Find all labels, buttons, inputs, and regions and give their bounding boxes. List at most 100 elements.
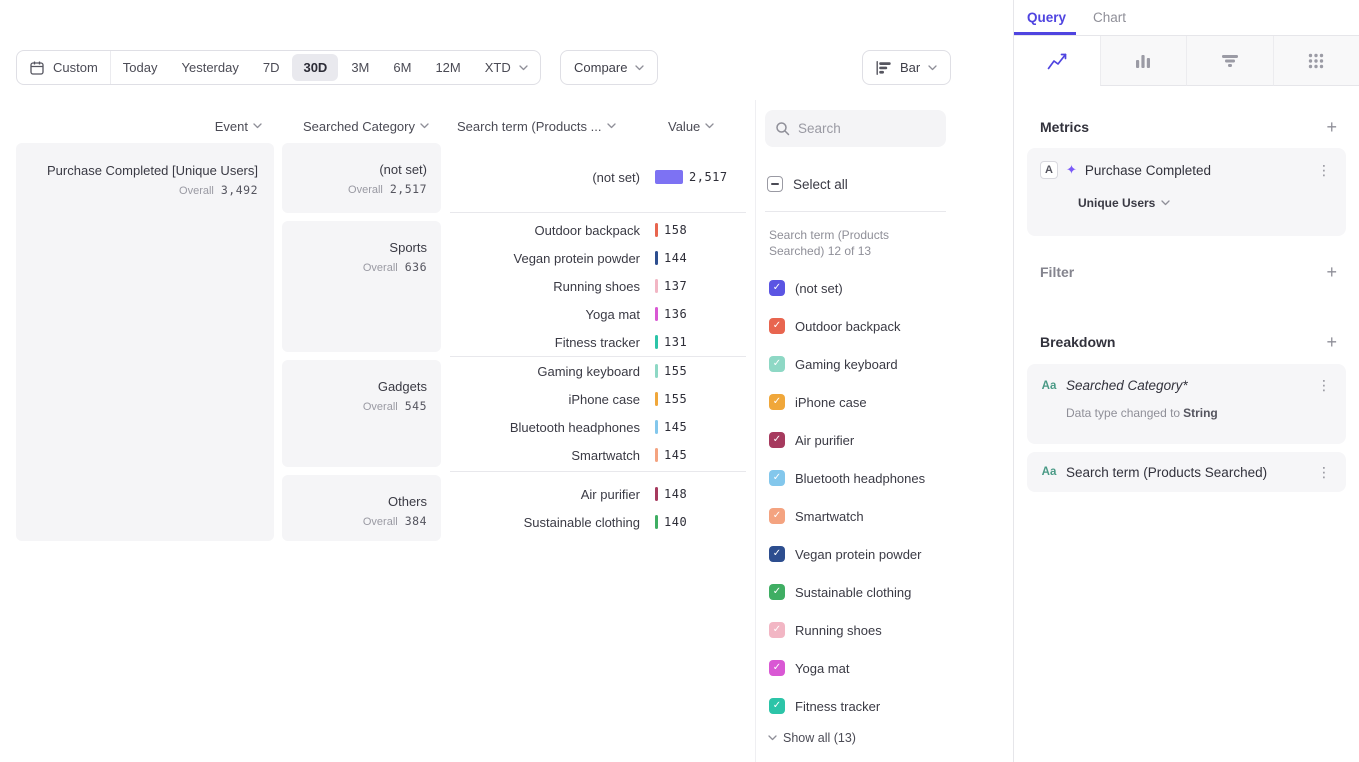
compare-button[interactable]: Compare	[560, 50, 658, 85]
filter-list-label: Search term (Products Searched) 12 of 13	[769, 227, 931, 259]
date-range-12m-button[interactable]: 12M	[423, 51, 472, 84]
checkbox-checked[interactable]: ✓	[769, 470, 785, 486]
category-name: (not set)	[296, 162, 427, 177]
checkbox-checked[interactable]: ✓	[769, 280, 785, 296]
checkbox-checked[interactable]: ✓	[769, 622, 785, 638]
filter-item[interactable]: ✓ Yoga mat	[769, 649, 969, 687]
table-row[interactable]: (not set) 2,517	[450, 163, 746, 191]
category-cell[interactable]: Gadgets Overall545	[282, 360, 441, 467]
viz-tab-retention[interactable]	[1273, 36, 1359, 86]
measure-dropdown[interactable]: Unique Users	[1078, 196, 1333, 210]
metric-card[interactable]: A ✦ Purchase Completed ⋮ Unique Users	[1027, 148, 1346, 236]
category-name: Sports	[296, 240, 427, 255]
event-cell[interactable]: Purchase Completed [Unique Users] Overal…	[16, 143, 274, 541]
search-term-label: Yoga mat	[450, 307, 640, 322]
checkbox-checked[interactable]: ✓	[769, 508, 785, 524]
value-label: 140	[664, 515, 687, 529]
show-all-button[interactable]: Show all (13)	[768, 731, 856, 745]
viz-tab-funnel[interactable]	[1186, 36, 1273, 86]
checkbox-checked[interactable]: ✓	[769, 698, 785, 714]
tab-chart[interactable]: Chart	[1093, 10, 1126, 25]
value-bar	[655, 392, 658, 406]
table-row[interactable]: Running shoes 137	[450, 272, 746, 300]
date-range-xtd-button[interactable]: XTD	[473, 51, 540, 84]
checkbox-checked[interactable]: ✓	[769, 356, 785, 372]
value-label: 145	[664, 448, 687, 462]
date-range-6m-button[interactable]: 6M	[381, 51, 423, 84]
table-row[interactable]: Gaming keyboard 155	[450, 357, 746, 385]
table-row[interactable]: Smartwatch 145	[450, 441, 746, 469]
chevron-down-icon	[1161, 200, 1170, 206]
column-header-value[interactable]: Value	[668, 117, 714, 135]
date-range-3m-button[interactable]: 3M	[339, 51, 381, 84]
divider	[765, 211, 946, 212]
viz-tab-bar[interactable]	[1100, 36, 1187, 86]
date-range-group: Custom Today Yesterday 7D 30D 3M 6M 12M …	[16, 50, 541, 85]
table-row[interactable]: Sustainable clothing 140	[450, 508, 746, 536]
category-cell[interactable]: (not set) Overall2,517	[282, 143, 441, 213]
filter-item[interactable]: ✓ Sustainable clothing	[769, 573, 969, 611]
value-label: 137	[664, 279, 687, 293]
table-row[interactable]: iPhone case 155	[450, 385, 746, 413]
filter-item[interactable]: ✓ Outdoor backpack	[769, 307, 969, 345]
check-icon: ✓	[773, 625, 781, 635]
add-breakdown-button[interactable]: +	[1324, 333, 1339, 351]
checkbox-checked[interactable]: ✓	[769, 432, 785, 448]
value-label: 155	[664, 364, 687, 378]
chevron-down-icon	[607, 123, 616, 129]
breakdown-menu-button[interactable]: ⋮	[1315, 377, 1333, 394]
table-row[interactable]: Vegan protein powder 144	[450, 244, 746, 272]
check-icon: ✓	[773, 663, 781, 673]
select-all-row[interactable]: Select all	[767, 176, 848, 192]
date-range-7d-button[interactable]: 7D	[251, 51, 292, 84]
table-row[interactable]: Fitness tracker 131	[450, 328, 746, 356]
select-all-checkbox[interactable]	[767, 176, 783, 192]
breakdown-menu-button[interactable]: ⋮	[1315, 464, 1333, 481]
funnel-icon	[1221, 52, 1239, 70]
check-icon: ✓	[773, 701, 781, 711]
column-header-event[interactable]: Event	[16, 117, 262, 135]
value-label: 131	[664, 335, 687, 349]
breakdown-card[interactable]: Aa Searched Category* ⋮ Data type change…	[1027, 364, 1346, 444]
column-header-term[interactable]: Search term (Products ...	[457, 117, 616, 135]
filter-item[interactable]: ✓ Gaming keyboard	[769, 345, 969, 383]
add-metric-button[interactable]: +	[1324, 118, 1339, 136]
filter-item[interactable]: ✓ Air purifier	[769, 421, 969, 459]
checkbox-checked[interactable]: ✓	[769, 546, 785, 562]
checkbox-checked[interactable]: ✓	[769, 660, 785, 676]
date-range-30d-button[interactable]: 30D	[292, 54, 338, 81]
indeterminate-dash-icon	[771, 183, 779, 185]
chart-type-button[interactable]: Bar	[862, 50, 951, 85]
checkbox-checked[interactable]: ✓	[769, 584, 785, 600]
metric-menu-button[interactable]: ⋮	[1315, 162, 1333, 179]
tab-query[interactable]: Query	[1027, 10, 1066, 25]
active-tab-indicator	[1014, 32, 1076, 35]
add-filter-button[interactable]: +	[1324, 263, 1339, 281]
viz-tab-insights[interactable]	[1014, 36, 1100, 86]
filter-item[interactable]: ✓ Vegan protein powder	[769, 535, 969, 573]
event-sparkle-icon: ✦	[1066, 162, 1077, 178]
breakdown-card[interactable]: Aa Search term (Products Searched) ⋮	[1027, 452, 1346, 492]
category-cell[interactable]: Sports Overall636	[282, 221, 441, 352]
table-row[interactable]: Air purifier 148	[450, 480, 746, 508]
filter-item[interactable]: ✓ (not set)	[769, 269, 969, 307]
date-range-custom-button[interactable]: Custom	[17, 51, 111, 84]
filter-item[interactable]: ✓ Running shoes	[769, 611, 969, 649]
search-term-label: iPhone case	[450, 392, 640, 407]
checkbox-checked[interactable]: ✓	[769, 394, 785, 410]
category-cell[interactable]: Others Overall384	[282, 475, 441, 541]
table-row[interactable]: Outdoor backpack 158	[450, 216, 746, 244]
filter-item[interactable]: ✓ iPhone case	[769, 383, 969, 421]
table-row[interactable]: Bluetooth headphones 145	[450, 413, 746, 441]
filter-item[interactable]: ✓ Smartwatch	[769, 497, 969, 535]
table-row[interactable]: Yoga mat 136	[450, 300, 746, 328]
checkbox-checked[interactable]: ✓	[769, 318, 785, 334]
column-header-category[interactable]: Searched Category	[282, 117, 429, 135]
breakdown-name: Search term (Products Searched)	[1066, 465, 1307, 480]
date-range-yesterday-button[interactable]: Yesterday	[170, 51, 251, 84]
date-range-today-button[interactable]: Today	[111, 51, 170, 84]
search-term-label: Smartwatch	[450, 448, 640, 463]
filter-item[interactable]: ✓ Bluetooth headphones	[769, 459, 969, 497]
search-input[interactable]	[798, 121, 936, 136]
filter-item[interactable]: ✓ Fitness tracker	[769, 687, 969, 725]
